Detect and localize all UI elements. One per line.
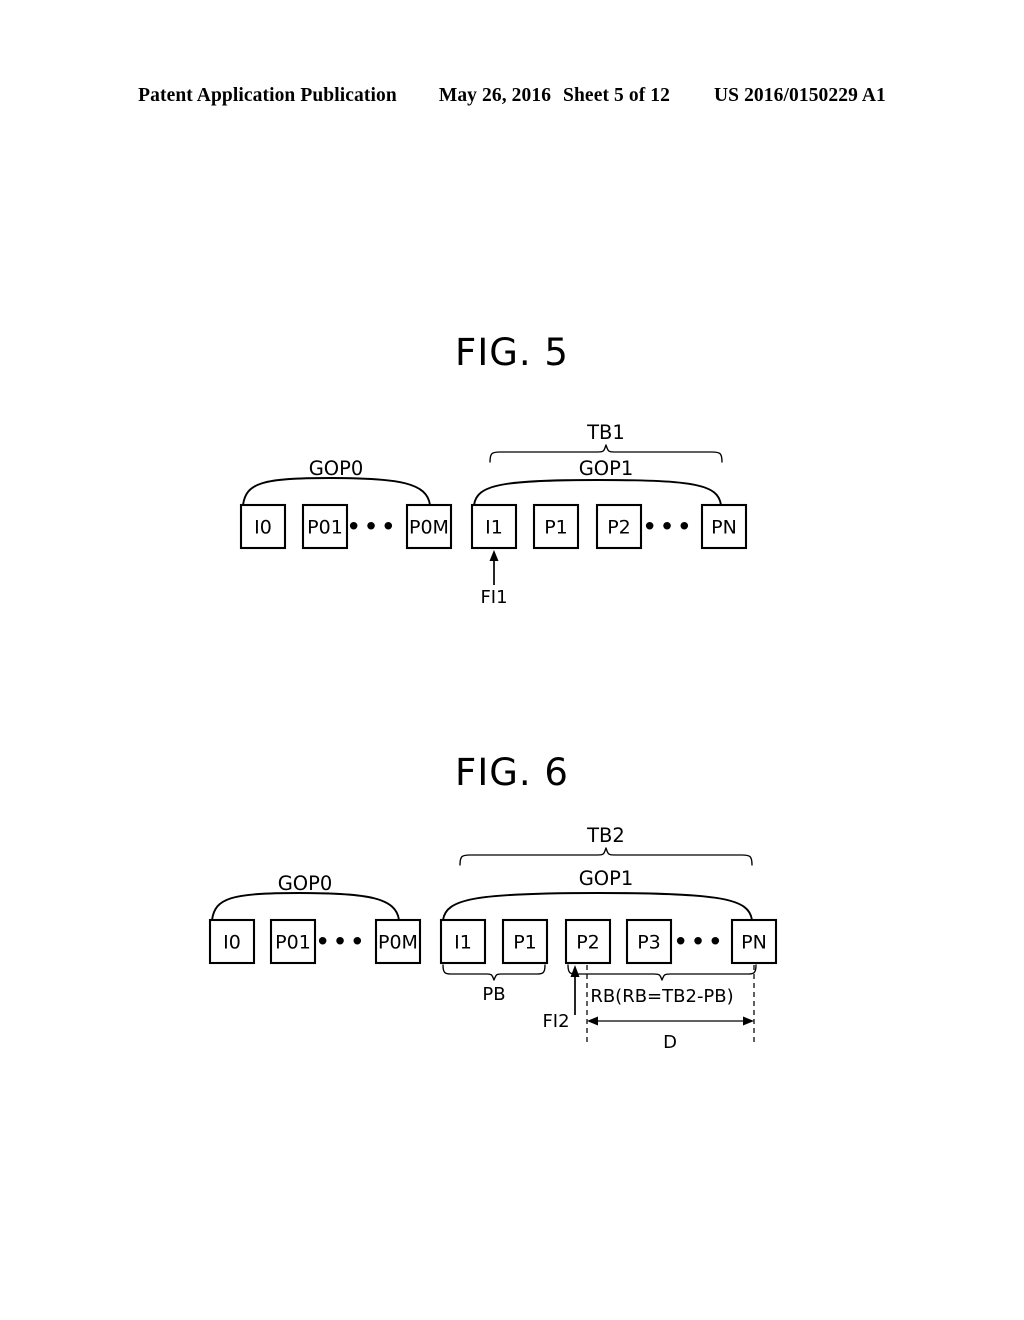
- patent-header: Patent Application Publication May 26, 2…: [0, 85, 1024, 107]
- pb-brace: [442, 964, 546, 981]
- gop1-arc-fig6: [442, 892, 753, 921]
- gop0-label-fig6: GOP0: [278, 872, 333, 895]
- frame-label-p3-fig6: P3: [637, 932, 661, 954]
- fi2-label: FI2: [542, 1011, 569, 1032]
- gop0-arc: [242, 477, 431, 506]
- frame-label-p1: P1: [544, 517, 568, 539]
- header-date-label: May 26, 2016: [438, 85, 552, 106]
- frame-label-i0: I0: [254, 517, 272, 539]
- header-publication-number: US 2016/0150229 A1: [713, 85, 886, 106]
- tb2-label: TB2: [586, 824, 625, 847]
- frame-ellipsis-gop1-fig6: •••: [673, 928, 725, 958]
- figure-6-diagram: TB2 GOP0 GOP1 I0 P01 ••• P0M I1 P1 P2 P3…: [0, 820, 1024, 1070]
- frame-label-i1-fig6: I1: [454, 932, 472, 954]
- frame-label-p01: P01: [307, 517, 343, 539]
- d-dimension-arrow: [587, 1016, 754, 1026]
- gop0-frames: I0 P01 ••• P0M: [239, 503, 453, 550]
- frame-label-p0m: P0M: [409, 517, 449, 539]
- gop1-frames: I1 P1 P2 ••• PN: [470, 503, 748, 550]
- header-sheet-label: Sheet 5 of 12: [563, 85, 670, 106]
- figure-5-title: FIG. 5: [455, 331, 569, 374]
- header-publication-label: Patent Application Publication: [138, 85, 397, 106]
- frame-ellipsis-gop0: •••: [346, 513, 398, 543]
- frame-label-i1: I1: [485, 517, 503, 539]
- figure-5-diagram: TB1 GOP0 GOP1 I0 P01 ••• P0M I1 P1 P2 ••…: [0, 400, 1024, 630]
- fi2-indicator-arrow: [570, 965, 580, 1015]
- gop0-label: GOP0: [309, 457, 364, 480]
- gop1-arc: [473, 479, 722, 506]
- frame-ellipsis-gop0-fig6: •••: [315, 928, 367, 958]
- frame-label-p0m-fig6: P0M: [378, 932, 418, 954]
- rb-brace: [567, 964, 757, 981]
- tb2-brace: [459, 847, 753, 866]
- frame-label-p1-fig6: P1: [513, 932, 537, 954]
- frame-label-p2-fig6: P2: [576, 932, 600, 954]
- tb1-label: TB1: [586, 421, 625, 444]
- frame-label-i0-fig6: I0: [223, 932, 241, 954]
- figure-6-title: FIG. 6: [455, 751, 569, 794]
- frame-label-p2: P2: [607, 517, 631, 539]
- frame-label-pn: PN: [711, 517, 737, 539]
- pb-label: PB: [482, 984, 505, 1005]
- frame-ellipsis-gop1: •••: [642, 513, 694, 543]
- gop0-frames-fig6: I0 P01 ••• P0M: [208, 918, 422, 965]
- frame-label-pn-fig6: PN: [741, 932, 767, 954]
- fi1-indicator-arrow: [489, 550, 499, 585]
- gop1-label: GOP1: [579, 457, 634, 480]
- gop1-frames-fig6: I1 P1 P2 P3 ••• PN: [439, 918, 778, 965]
- d-label: D: [663, 1032, 677, 1053]
- rb-label: RB(RB=TB2-PB): [590, 986, 733, 1007]
- gop0-arc-fig6: [211, 892, 400, 921]
- gop1-label-fig6: GOP1: [579, 867, 634, 890]
- frame-label-p01-fig6: P01: [275, 932, 311, 954]
- fi1-label: FI1: [480, 587, 507, 608]
